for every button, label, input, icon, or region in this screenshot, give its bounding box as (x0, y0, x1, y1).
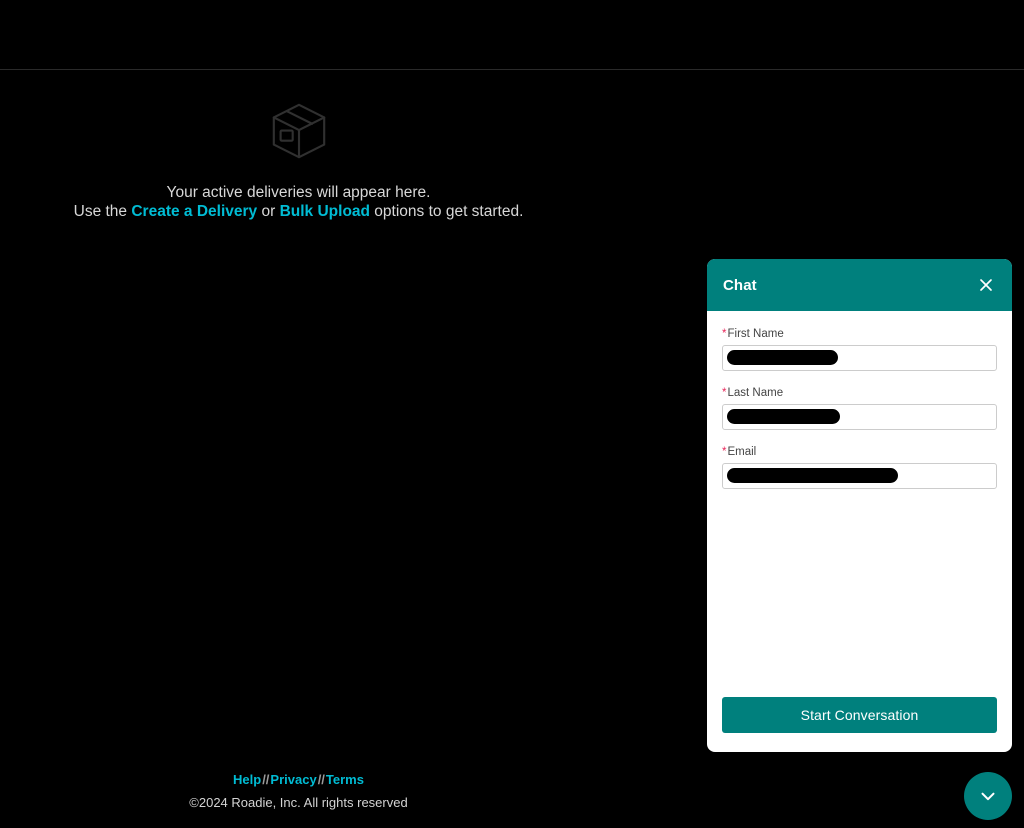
empty-state-line2-suffix: options to get started. (370, 202, 524, 220)
empty-state-line2-prefix: Use the (73, 202, 132, 220)
last-name-input[interactable] (722, 404, 997, 430)
start-conversation-button[interactable]: Start Conversation (722, 697, 997, 733)
empty-state-line-1: Your active deliveries will appear here. (166, 184, 431, 201)
close-icon-glyph (980, 279, 992, 291)
last-name-label: *Last Name (722, 386, 997, 400)
footer: Help//Privacy//Terms ©2024 Roadie, Inc. … (0, 770, 597, 811)
page-root: Your active deliveries will appear here.… (0, 0, 1024, 828)
footer-copyright: ©2024 Roadie, Inc. All rights reserved (189, 795, 408, 810)
chat-widget-panel: Chat *First Name *Last Name *Email Start… (707, 259, 1012, 752)
empty-state-line2-mid: or (257, 202, 280, 220)
redaction-mark (727, 409, 840, 424)
first-name-field-group: *First Name (722, 327, 997, 371)
chat-footer: Start Conversation (707, 697, 1012, 752)
email-input[interactable] (722, 463, 997, 489)
footer-separator-2: // (317, 772, 325, 787)
required-asterisk: * (722, 328, 727, 340)
email-label-text: Email (727, 446, 757, 458)
redaction-mark (727, 350, 838, 365)
package-box-icon (272, 103, 325, 159)
empty-state-line-2: Use the Create a Delivery or Bulk Upload… (0, 203, 597, 221)
bulk-upload-link[interactable]: Bulk Upload (280, 203, 370, 220)
chat-launcher-button[interactable] (964, 772, 1012, 820)
email-label: *Email (722, 445, 997, 459)
first-name-label-text: First Name (727, 328, 784, 340)
chat-header: Chat (707, 259, 1012, 311)
top-header-bar (0, 0, 1024, 70)
chevron-down-icon (981, 792, 995, 801)
redaction-mark (727, 468, 898, 483)
last-name-field-group: *Last Name (722, 386, 997, 430)
chat-form: *First Name *Last Name *Email (707, 311, 1012, 697)
create-delivery-link[interactable]: Create a Delivery (131, 203, 257, 220)
last-name-label-text: Last Name (727, 387, 784, 399)
footer-terms-link[interactable]: Terms (326, 772, 364, 787)
empty-state-text: Your active deliveries will appear here.… (0, 184, 597, 220)
email-field-group: *Email (722, 445, 997, 489)
footer-privacy-link[interactable]: Privacy (270, 772, 316, 787)
chat-title: Chat (723, 276, 757, 294)
required-asterisk: * (722, 446, 727, 458)
required-asterisk: * (722, 387, 727, 399)
close-icon[interactable] (974, 273, 998, 297)
footer-help-link[interactable]: Help (233, 772, 261, 787)
first-name-input[interactable] (722, 345, 997, 371)
empty-state-panel: Your active deliveries will appear here.… (0, 100, 597, 220)
first-name-label: *First Name (722, 327, 997, 341)
footer-links: Help//Privacy//Terms (0, 770, 597, 790)
chat-body-spacer (722, 504, 997, 697)
